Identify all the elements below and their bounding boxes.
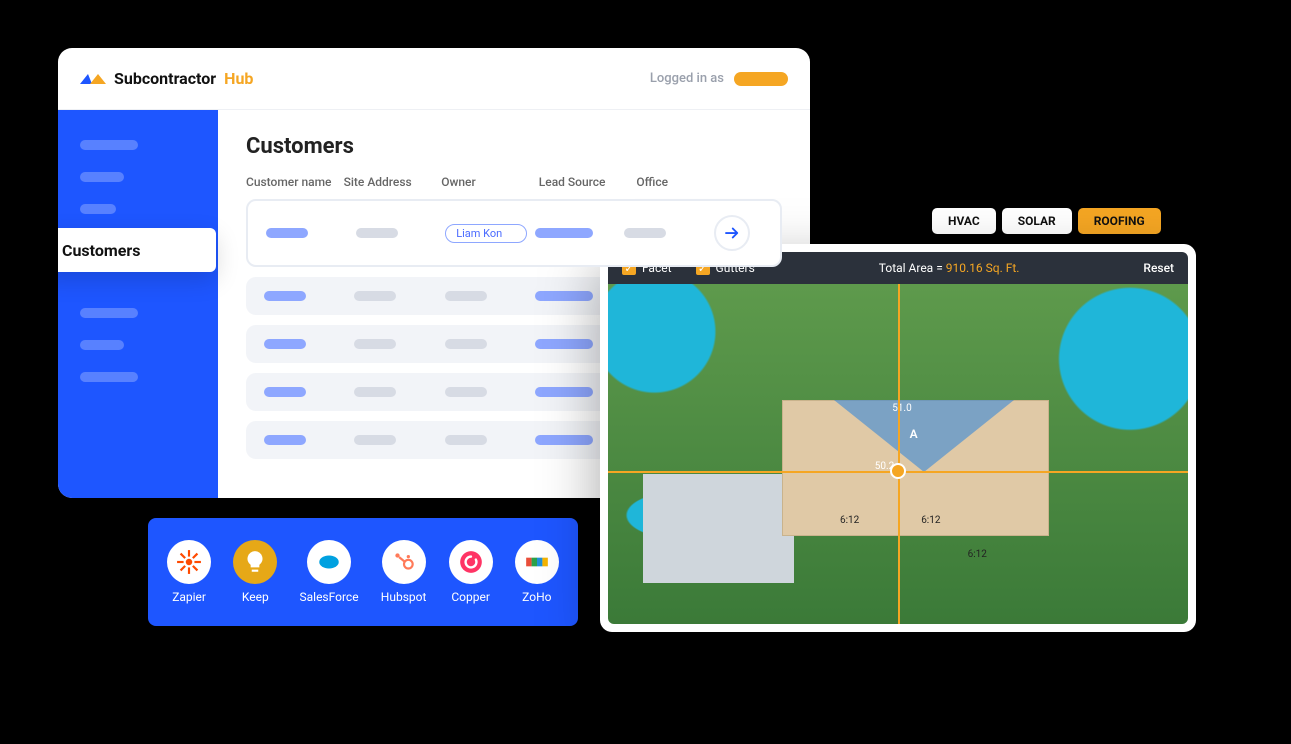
reset-button[interactable]: Reset <box>1143 261 1174 275</box>
table-row[interactable]: Liam Kon <box>246 199 782 267</box>
center-node-handle[interactable] <box>890 463 906 479</box>
cell-placeholder <box>535 387 593 397</box>
cell-placeholder <box>445 435 487 445</box>
arrow-right-icon <box>723 224 741 242</box>
zoho-icon <box>515 540 559 584</box>
cell-placeholder <box>535 228 593 238</box>
copper-icon <box>449 540 493 584</box>
sidebar-item[interactable] <box>80 204 116 214</box>
cell-placeholder <box>354 291 396 301</box>
facet-name-label: A <box>910 427 918 441</box>
integration-label: Keep <box>242 590 269 604</box>
total-label: Total Area = <box>879 261 943 275</box>
selected-facet-overlay[interactable] <box>834 400 1014 472</box>
sidebar-active-label: Customers <box>62 241 140 260</box>
col-site-address: Site Address <box>344 175 434 189</box>
slope-label: 6:12 <box>921 515 940 526</box>
integration-salesforce[interactable]: SalesForce <box>300 540 359 604</box>
open-row-button[interactable] <box>714 215 750 251</box>
login-status: Logged in as <box>650 71 788 86</box>
total-value: 910.16 Sq. Ft. <box>946 261 1020 275</box>
tab-hvac[interactable]: HVAC <box>932 208 996 234</box>
cell-placeholder <box>624 228 666 238</box>
brand-logo-icon <box>80 70 106 88</box>
integration-label: Hubspot <box>381 590 427 604</box>
col-lead-source: Lead Source <box>539 175 629 189</box>
sidebar-item[interactable] <box>80 140 138 150</box>
brand-suffix: Hub <box>224 69 253 88</box>
logged-in-label: Logged in as <box>650 71 724 86</box>
page-title: Customers <box>246 134 782 159</box>
tab-solar[interactable]: SOLAR <box>1002 208 1072 234</box>
col-owner: Owner <box>441 175 531 189</box>
integration-zoho[interactable]: ZoHo <box>515 540 559 604</box>
keep-icon <box>233 540 277 584</box>
integration-label: ZoHo <box>522 590 551 604</box>
integration-copper[interactable]: Copper <box>449 540 493 604</box>
cell-placeholder <box>264 387 306 397</box>
sidebar-item[interactable] <box>80 172 124 182</box>
integration-label: SalesForce <box>300 590 359 604</box>
cell-placeholder <box>266 228 308 238</box>
cell-placeholder <box>535 339 593 349</box>
cell-placeholder <box>356 228 398 238</box>
salesforce-icon <box>307 540 351 584</box>
tab-roofing[interactable]: ROOFING <box>1078 208 1161 234</box>
tab-label: ROOFING <box>1094 214 1145 228</box>
app-header: Subcontractor Hub Logged in as <box>58 48 810 110</box>
tab-label: HVAC <box>948 214 980 228</box>
integrations-bar: Zapier Keep SalesForce Hubspot Copper Zo… <box>148 518 578 626</box>
aerial-viewport[interactable]: A 51.0 50.2 6:12 6:12 6:12 <box>608 284 1188 624</box>
user-avatar-placeholder[interactable] <box>734 72 788 86</box>
brand: Subcontractor Hub <box>80 69 253 88</box>
integration-zapier[interactable]: Zapier <box>167 540 211 604</box>
cell-placeholder <box>445 387 487 397</box>
hubspot-icon <box>382 540 426 584</box>
cell-placeholder <box>264 435 306 445</box>
cell-placeholder <box>535 435 593 445</box>
brand-name: Subcontractor <box>114 69 216 88</box>
reset-label: Reset <box>1143 261 1174 275</box>
integration-label: Zapier <box>172 590 206 604</box>
slope-label: 6:12 <box>840 515 859 526</box>
zapier-icon <box>167 540 211 584</box>
sidebar-item[interactable] <box>80 308 138 318</box>
crosshair-vertical <box>898 284 900 624</box>
slope-label: 6:12 <box>968 549 987 560</box>
sidebar-item[interactable] <box>80 340 124 350</box>
mode-tabs: HVAC SOLAR ROOFING <box>932 208 1161 234</box>
cell-placeholder <box>264 339 306 349</box>
edge-length-label: 51.0 <box>892 403 912 414</box>
integration-label: Copper <box>451 590 490 604</box>
cell-placeholder <box>354 387 396 397</box>
sidebar-active-tab[interactable]: Customers <box>58 228 216 272</box>
total-area-readout: Total Area = 910.16 Sq. Ft. <box>879 261 1020 275</box>
cell-placeholder <box>535 291 593 301</box>
roof-tool-panel: ✓ Facet ✓ Gutters Total Area = 910.16 Sq… <box>600 244 1196 632</box>
sidebar: Customers <box>58 110 218 498</box>
owner-tag[interactable]: Liam Kon <box>445 224 527 243</box>
integration-keep[interactable]: Keep <box>233 540 277 604</box>
cell-placeholder <box>354 435 396 445</box>
neighbor-roof <box>643 474 794 583</box>
cell-placeholder <box>445 339 487 349</box>
col-customer-name: Customer name <box>246 175 336 189</box>
integration-hubspot[interactable]: Hubspot <box>381 540 427 604</box>
table-header-row: Customer name Site Address Owner Lead So… <box>246 175 782 189</box>
tab-label: SOLAR <box>1018 214 1056 228</box>
cell-placeholder <box>445 291 487 301</box>
col-office: Office <box>636 175 726 189</box>
sidebar-item[interactable] <box>80 372 138 382</box>
cell-placeholder <box>354 339 396 349</box>
cell-placeholder <box>264 291 306 301</box>
